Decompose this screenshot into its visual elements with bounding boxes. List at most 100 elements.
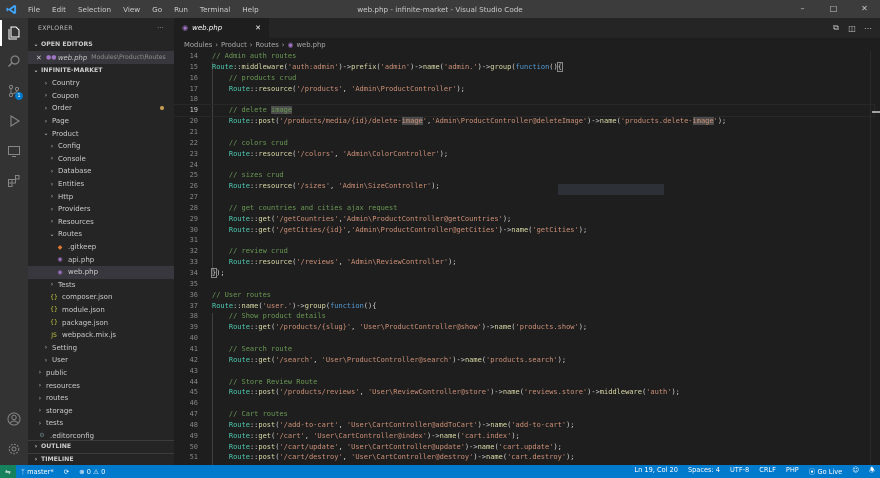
tree-folder[interactable]: › Tests (28, 279, 174, 292)
close-tab-icon[interactable]: ✕ (255, 24, 261, 32)
tree-folder[interactable]: › routes (28, 392, 174, 405)
feedback-icon[interactable]: ☺ (847, 466, 864, 477)
menu-item-terminal[interactable]: Terminal (194, 5, 236, 14)
tree-file[interactable]: JS webpack.mix.js (28, 329, 174, 342)
explorer-icon[interactable] (0, 20, 28, 46)
tree-folder[interactable]: › Database (28, 165, 174, 178)
end-of-line[interactable]: CRLF (754, 466, 781, 477)
close-editor-icon[interactable]: ✕ (36, 54, 46, 62)
tree-folder[interactable]: › Config (28, 140, 174, 153)
code-line[interactable]: 25 // sizes crud (174, 170, 874, 181)
code-line[interactable]: 20 Route::post('/products/media/{id}/del… (174, 116, 874, 127)
tree-folder[interactable]: › Entities (28, 178, 174, 191)
tree-folder[interactable]: › User (28, 354, 174, 367)
code-line[interactable]: 43 (174, 366, 874, 377)
menu-item-run[interactable]: Run (168, 5, 194, 14)
tree-folder[interactable]: › Setting (28, 341, 174, 354)
code-line[interactable]: 14 // Admin auth routes (174, 51, 874, 62)
code-line[interactable]: 46 (174, 398, 874, 409)
code-line[interactable]: 36 // User routes (174, 290, 874, 301)
cursor-position[interactable]: Ln 19, Col 20 (629, 466, 683, 477)
code-line[interactable]: 19 // delete image (174, 104, 875, 118)
tree-folder[interactable]: › Order (28, 102, 174, 115)
code-line[interactable]: 51 Route::post('/cart/destroy', 'User\Ca… (174, 452, 874, 463)
more-editor-actions-icon[interactable]: ⋯ (860, 24, 876, 33)
run-debug-icon[interactable] (0, 108, 28, 134)
problems-indicator[interactable]: ⊗ 0 ⚠ 0 (74, 468, 110, 476)
maximize-icon[interactable]: □ (818, 0, 849, 18)
menu-item-edit[interactable]: Edit (46, 5, 72, 14)
code-line[interactable]: 28 // get countries and cities ajax requ… (174, 203, 874, 214)
code-line[interactable]: 41 // Search route (174, 344, 874, 355)
code-line[interactable]: 45 Route::post('/products/reviews', 'Use… (174, 387, 874, 398)
project-section[interactable]: ⌄ INFINITE-MARKET (28, 64, 174, 77)
code-line[interactable]: 30 Route::get('/getCities/{id}','Admin\P… (174, 225, 874, 236)
code-line[interactable]: 16 // products crud (174, 73, 874, 84)
remote-indicator-icon[interactable]: ⇋ (0, 465, 16, 478)
close-icon[interactable]: ✕ (849, 0, 880, 18)
code-line[interactable]: 44 // Store Review Route (174, 377, 874, 388)
sync-icon[interactable]: ⟳ (59, 468, 75, 476)
code-line[interactable]: 42 Route::get('/search', 'User\ProductCo… (174, 355, 874, 366)
open-changes-icon[interactable]: ⧉ (828, 23, 844, 33)
code-line[interactable]: 49 Route::get('/cart', 'User\CartControl… (174, 431, 874, 442)
tree-folder[interactable]: › Page (28, 115, 174, 128)
menu-item-file[interactable]: File (22, 5, 46, 14)
tree-file[interactable]: ◉ web.php (28, 265, 174, 279)
search-icon[interactable] (0, 48, 28, 74)
code-view[interactable]: 14 // Admin auth routes 15 Route::middlewar… (174, 51, 880, 465)
code-line[interactable]: 23 Route::resource('/colors', 'Admin\Col… (174, 149, 874, 160)
code-line[interactable]: 17 Route::resource('/products', 'Admin\P… (174, 84, 874, 95)
code-line[interactable]: 48 Route::post('/add-to-cart', 'User\Car… (174, 420, 874, 431)
tree-file[interactable]: {} module.json (28, 304, 174, 317)
tree-folder[interactable]: › storage (28, 404, 174, 417)
code-line[interactable]: 50 Route::post('/cart/update', 'User\Car… (174, 442, 874, 453)
tree-folder[interactable]: › resources (28, 379, 174, 392)
code-line[interactable]: 22 // colors crud (174, 138, 874, 149)
editor-scrollbar[interactable] (870, 51, 880, 465)
menu-item-help[interactable]: Help (236, 5, 264, 14)
code-line[interactable]: 21 (174, 127, 874, 138)
code-line[interactable]: 32 // review crud (174, 246, 874, 257)
code-line[interactable]: 33 Route::resource('/reviews', 'Admin\Re… (174, 257, 874, 268)
remote-explorer-icon[interactable] (0, 138, 28, 164)
outline-section[interactable]: › OUTLINE (28, 440, 174, 453)
breadcrumb-item[interactable]: web.php (296, 41, 325, 49)
go-live-button[interactable]: ⦿ Go Live (804, 466, 847, 477)
breadcrumb-item[interactable]: Routes (256, 41, 279, 49)
code-line[interactable]: 39 Route::get('/products/{slug}', 'User\… (174, 322, 874, 333)
code-line[interactable]: 31 (174, 235, 874, 246)
code-line[interactable]: 35 (174, 279, 874, 290)
tree-folder[interactable]: › Coupon (28, 90, 174, 103)
menu-item-view[interactable]: View (117, 5, 146, 14)
code-line[interactable]: 27 (174, 192, 874, 203)
code-line[interactable]: 26 Route::resource('/sizes', 'Admin\Size… (174, 181, 874, 192)
tree-folder[interactable]: › tests (28, 417, 174, 430)
open-editors-section[interactable]: ⌄ OPEN EDITORS (28, 38, 174, 51)
code-line[interactable]: 18 (174, 94, 874, 105)
accounts-icon[interactable] (0, 406, 28, 432)
code-line[interactable]: 34}); (174, 268, 874, 279)
tree-folder[interactable]: ⌄ Product (28, 127, 174, 140)
timeline-section[interactable]: › TIMELINE (28, 452, 174, 466)
tree-folder[interactable]: › Country (28, 77, 174, 90)
breadcrumb-item[interactable]: Product (221, 41, 247, 49)
tree-folder[interactable]: › Console (28, 153, 174, 166)
language-mode[interactable]: PHP (781, 466, 804, 477)
menu-item-selection[interactable]: Selection (72, 5, 117, 14)
indentation[interactable]: Spaces: 4 (683, 466, 725, 477)
tree-folder[interactable]: › public (28, 367, 174, 380)
code-line[interactable]: 47 // Cart routes (174, 409, 874, 420)
tree-file[interactable]: {} package.json (28, 316, 174, 329)
minimize-icon[interactable]: – (787, 0, 818, 18)
more-actions-icon[interactable]: ··· (157, 25, 164, 32)
tree-folder[interactable]: › Providers (28, 203, 174, 216)
encoding[interactable]: UTF-8 (725, 466, 754, 477)
tree-folder[interactable]: › Http (28, 190, 174, 203)
tree-file[interactable]: ◆ .gitkeep (28, 241, 174, 254)
source-control-icon[interactable]: 1 (0, 78, 28, 104)
code-line[interactable]: 15 Route::middleware('auth:admin')->prefi… (174, 61, 874, 73)
extensions-icon[interactable] (0, 168, 28, 194)
open-editor-item[interactable]: ✕ ●● web.php Modules\Product\Routes (28, 51, 174, 64)
code-line[interactable]: 37 Route::name('user.')->group(function()… (174, 301, 874, 312)
